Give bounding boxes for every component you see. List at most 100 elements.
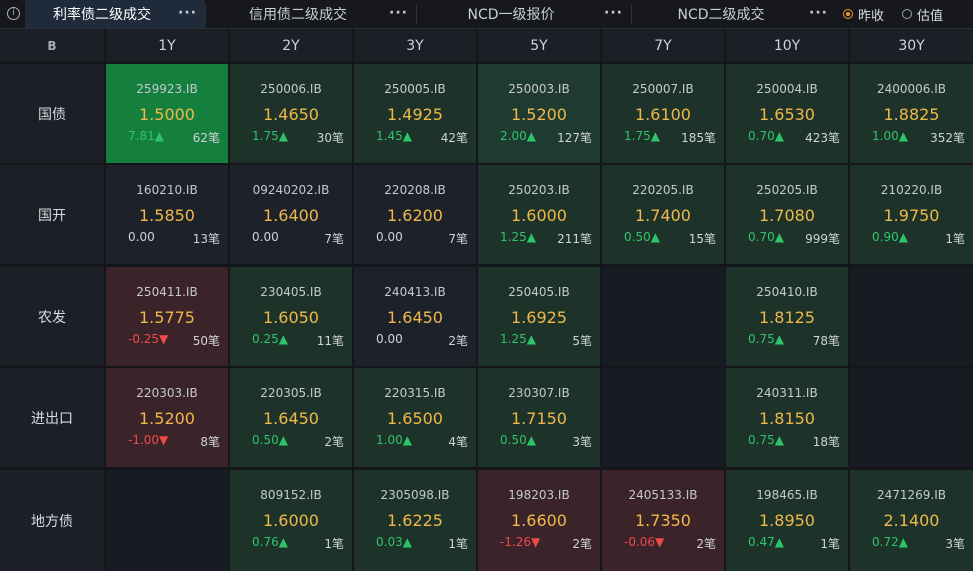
price-change: 0.00 xyxy=(376,230,403,244)
trade-count: 2笔 xyxy=(572,537,592,551)
quote-cell[interactable]: 220315.IB 1.6500 1.00▲ 4笔 xyxy=(354,368,476,467)
bond-code: 250007.IB xyxy=(632,82,694,96)
bond-price: 1.6100 xyxy=(635,105,691,124)
bond-price: 1.6450 xyxy=(263,409,319,428)
bond-code: 160210.IB xyxy=(136,183,198,197)
more-icon[interactable]: ··· xyxy=(389,0,408,28)
bond-code: 250003.IB xyxy=(508,82,570,96)
trade-count: 423笔 xyxy=(805,131,840,145)
bond-logo-icon[interactable]: B xyxy=(47,39,56,53)
quote-cell[interactable]: 198465.IB 1.8950 0.47▲ 1笔 xyxy=(726,470,848,571)
bond-code: 09240202.IB xyxy=(252,183,330,197)
quote-cell[interactable]: 240311.IB 1.8150 0.75▲ 18笔 xyxy=(726,368,848,467)
trade-count: 1笔 xyxy=(448,537,468,551)
bond-code: 250411.IB xyxy=(136,285,198,299)
bond-code: 2305098.IB xyxy=(380,488,450,502)
bond-code: 198465.IB xyxy=(756,488,818,502)
trade-count: 5笔 xyxy=(572,334,592,348)
quote-cell[interactable]: 2400006.IB 1.8825 1.00▲ 352笔 xyxy=(850,64,973,163)
more-icon[interactable]: ··· xyxy=(604,0,623,28)
bond-code: 250006.IB xyxy=(260,82,322,96)
more-icon[interactable]: ··· xyxy=(809,0,828,28)
price-change: 0.70▲ xyxy=(748,129,784,143)
bond-code: 198203.IB xyxy=(508,488,570,502)
bond-price: 1.6530 xyxy=(759,105,815,124)
quote-cell[interactable]: 160210.IB 1.5850 0.00 13笔 xyxy=(106,165,228,264)
bond-code: 230307.IB xyxy=(508,386,570,400)
quote-cell[interactable]: 230307.IB 1.7150 0.50▲ 3笔 xyxy=(478,368,600,467)
price-change: 1.75▲ xyxy=(624,129,660,143)
bond-price: 1.8150 xyxy=(759,409,815,428)
quote-cell[interactable]: 210220.IB 1.9750 0.90▲ 1笔 xyxy=(850,165,973,264)
bond-code: 240413.IB xyxy=(384,285,446,299)
price-change: 0.76▲ xyxy=(252,535,288,549)
bond-code: 250004.IB xyxy=(756,82,818,96)
bond-price: 1.5775 xyxy=(139,308,195,327)
quote-cell[interactable]: 250410.IB 1.8125 0.75▲ 78笔 xyxy=(726,267,848,366)
quote-cell[interactable]: 240413.IB 1.6450 0.00 2笔 xyxy=(354,267,476,366)
column-header-1y: 1Y xyxy=(106,29,228,62)
quote-cell[interactable]: 250203.IB 1.6000 1.25▲ 211笔 xyxy=(478,165,600,264)
quote-cell[interactable]: 250005.IB 1.4925 1.45▲ 42笔 xyxy=(354,64,476,163)
quote-cell[interactable]: 250405.IB 1.6925 1.25▲ 5笔 xyxy=(478,267,600,366)
empty-cell xyxy=(106,470,228,571)
bond-code: 259923.IB xyxy=(136,82,198,96)
bond-price: 1.6000 xyxy=(263,511,319,530)
column-header-10y: 10Y xyxy=(726,29,848,62)
quote-cell[interactable]: 220305.IB 1.6450 0.50▲ 2笔 xyxy=(230,368,352,467)
bond-code: 250005.IB xyxy=(384,82,446,96)
empty-cell xyxy=(850,267,973,366)
quote-cell[interactable]: 250006.IB 1.4650 1.75▲ 30笔 xyxy=(230,64,352,163)
row-label-local: 地方债 xyxy=(0,470,104,571)
bond-price: 1.6225 xyxy=(387,511,443,530)
bond-price: 1.5200 xyxy=(511,105,567,124)
trade-count: 7笔 xyxy=(324,232,344,246)
tab-ncd-secondary[interactable]: NCD二级成交 ··· xyxy=(632,0,836,28)
column-header-label: 2Y xyxy=(282,37,300,54)
trade-count: 999笔 xyxy=(805,232,840,246)
quote-cell[interactable]: 2405133.IB 1.7350 -0.06▼ 2笔 xyxy=(602,470,724,571)
more-icon[interactable]: ··· xyxy=(178,0,197,28)
bond-code: 2405133.IB xyxy=(628,488,698,502)
quote-cell[interactable]: 2305098.IB 1.6225 0.03▲ 1笔 xyxy=(354,470,476,571)
price-change: 0.00 xyxy=(128,230,155,244)
trade-count: 1笔 xyxy=(945,232,965,246)
quote-cell[interactable]: 220303.IB 1.5200 -1.00▼ 8笔 xyxy=(106,368,228,467)
quote-cell[interactable]: 220208.IB 1.6200 0.00 7笔 xyxy=(354,165,476,264)
quote-cell[interactable]: 220205.IB 1.7400 0.50▲ 15笔 xyxy=(602,165,724,264)
price-change: 0.72▲ xyxy=(872,535,908,549)
quote-cell[interactable]: 198203.IB 1.6600 -1.26▼ 2笔 xyxy=(478,470,600,571)
tab-ncd-primary[interactable]: NCD一级报价 ··· xyxy=(417,0,631,28)
quote-cell[interactable]: 2471269.IB 2.1400 0.72▲ 3笔 xyxy=(850,470,973,571)
quote-cell[interactable]: 259923.IB 1.5000 7.81▲ 62笔 xyxy=(106,64,228,163)
bond-code: 220315.IB xyxy=(384,386,446,400)
bond-code: 250410.IB xyxy=(756,285,818,299)
tab-label: NCD二级成交 xyxy=(677,7,765,23)
column-header-label: 1Y xyxy=(158,37,176,54)
price-change: 0.25▲ xyxy=(252,332,288,346)
quote-cell[interactable]: 250205.IB 1.7080 0.70▲ 999笔 xyxy=(726,165,848,264)
price-change: -1.26▼ xyxy=(500,535,541,549)
quote-cell[interactable]: 230405.IB 1.6050 0.25▲ 11笔 xyxy=(230,267,352,366)
row-label-cdb: 国开 xyxy=(0,165,104,264)
row-label-text: 地方债 xyxy=(31,513,73,530)
quote-cell[interactable]: 250007.IB 1.6100 1.75▲ 185笔 xyxy=(602,64,724,163)
quote-cell[interactable]: 250411.IB 1.5775 -0.25▼ 50笔 xyxy=(106,267,228,366)
empty-cell xyxy=(602,267,724,366)
price-change: 1.00▲ xyxy=(872,129,908,143)
quote-cell[interactable]: 809152.IB 1.6000 0.76▲ 1笔 xyxy=(230,470,352,571)
bond-code: 250205.IB xyxy=(756,183,818,197)
radio-valuation[interactable]: 估值 xyxy=(902,0,943,28)
quote-cell[interactable]: 250003.IB 1.5200 2.00▲ 127笔 xyxy=(478,64,600,163)
row-label-text: 农发 xyxy=(38,309,66,326)
radio-prev-close[interactable]: 昨收 xyxy=(843,0,884,28)
bond-price: 2.1400 xyxy=(883,511,940,530)
trade-count: 8笔 xyxy=(200,435,220,449)
quote-cell[interactable]: 250004.IB 1.6530 0.70▲ 423笔 xyxy=(726,64,848,163)
tab-rate-bond[interactable]: 利率债二级成交 ··· xyxy=(25,0,205,28)
info-icon[interactable]: i xyxy=(7,7,20,20)
tab-credit-bond[interactable]: 信用债二级成交 ··· xyxy=(206,0,416,28)
price-change: 0.00 xyxy=(376,332,403,346)
quote-cell[interactable]: 09240202.IB 1.6400 0.00 7笔 xyxy=(230,165,352,264)
trade-count: 352笔 xyxy=(930,131,965,145)
